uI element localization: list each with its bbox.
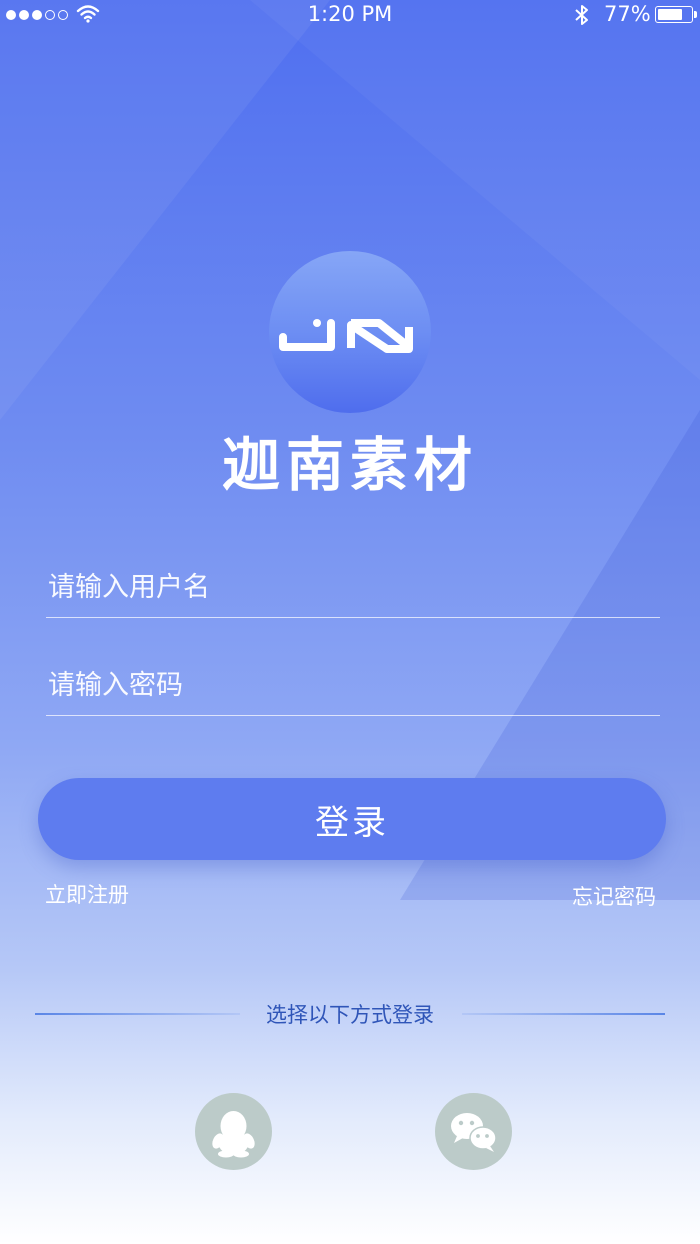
background-decor [0,0,700,900]
status-bar: 1:20 PM 77% [0,0,700,30]
status-time: 1:20 PM [307,2,393,26]
app-logo [269,251,431,413]
bluetooth-icon [575,5,588,25]
wechat-icon [451,1113,497,1152]
battery-percent: 77% [604,2,651,26]
password-field [46,655,660,716]
wechat-login-button[interactable] [435,1093,512,1170]
divider-line-right [462,1013,665,1015]
login-button[interactable]: 登录 [38,778,666,860]
qq-penguin-icon [212,1111,255,1158]
forgot-password-link[interactable]: 忘记密码 [572,881,656,911]
username-field [46,557,660,618]
brand-name: 迦南素材 [221,431,478,499]
password-input[interactable] [46,655,660,715]
username-input[interactable] [46,557,660,617]
battery-icon [655,6,693,23]
jn-logo-icon [279,319,413,353]
register-link[interactable]: 立即注册 [45,879,129,909]
battery-tip [694,11,697,18]
qq-login-button[interactable] [195,1093,272,1170]
